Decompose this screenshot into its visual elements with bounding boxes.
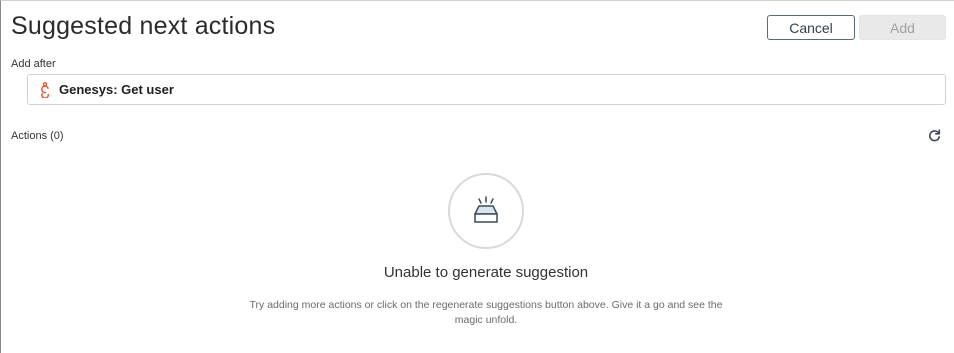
add-after-label: Add after — [11, 58, 56, 70]
empty-state-title: Unable to generate suggestion — [383, 264, 589, 281]
empty-state-description: Try adding more actions or click on the … — [249, 299, 723, 326]
refresh-icon[interactable] — [927, 128, 941, 142]
genesys-logo-icon — [39, 81, 51, 98]
suggested-actions-panel: Suggested next actions Cancel Add Add af… — [0, 0, 954, 353]
add-after-value: Genesys: Get user — [59, 82, 174, 97]
cancel-button[interactable]: Cancel — [767, 15, 855, 40]
page-title: Suggested next actions — [11, 12, 276, 40]
empty-tray-icon — [448, 173, 524, 249]
actions-count-label: Actions (0) — [11, 130, 64, 142]
add-button[interactable]: Add — [859, 15, 946, 40]
add-after-field[interactable]: Genesys: Get user — [27, 74, 946, 105]
